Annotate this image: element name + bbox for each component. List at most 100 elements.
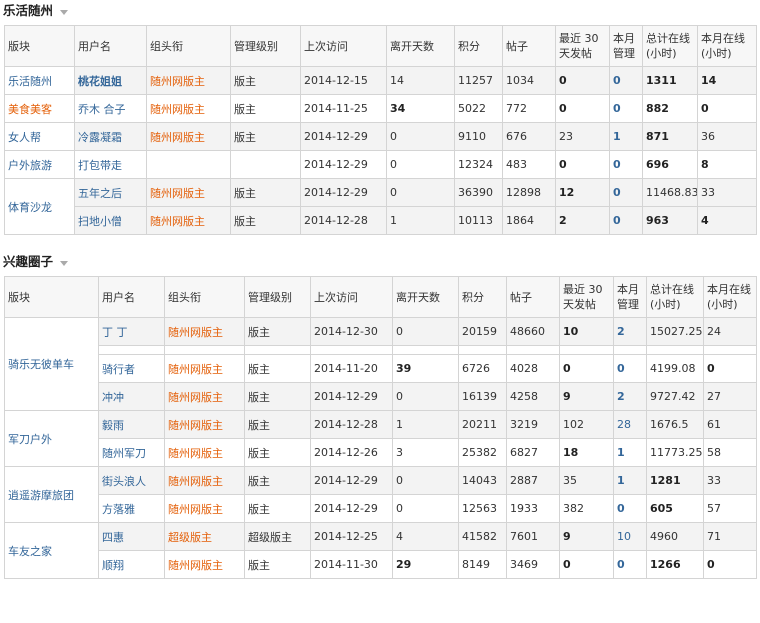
total-online-cell: 4199.08 <box>646 354 704 383</box>
recent-cell: 10 <box>559 317 614 346</box>
user-cell[interactable]: 五年之后 <box>74 178 147 207</box>
user-cell[interactable]: 扫地小僧 <box>74 206 147 235</box>
user-cell[interactable]: 冷露凝霜 <box>74 122 147 151</box>
user-link[interactable]: 顺翔 <box>102 559 124 572</box>
board-cell[interactable]: 骑乐无彼单车 <box>4 317 99 411</box>
user-cell[interactable]: 乔木 合子 <box>74 94 147 123</box>
user-link[interactable]: 冲冲 <box>102 391 124 404</box>
manage-cell: 0 <box>613 354 647 383</box>
level-cell: 超级版主 <box>244 522 311 551</box>
last-visit-cell: 2014-12-28 <box>310 410 393 439</box>
board-cell[interactable]: 美食美客 <box>4 94 75 123</box>
posts-cell: 1034 <box>502 66 556 95</box>
chevron-down-icon[interactable] <box>60 260 69 266</box>
last-visit-cell: 2014-11-20 <box>310 354 393 383</box>
points-cell: 5022 <box>454 94 503 123</box>
chevron-down-icon[interactable] <box>60 9 69 15</box>
user-link[interactable]: 丁 丁 <box>102 326 128 339</box>
board-cell[interactable]: 户外旅游 <box>4 150 75 179</box>
recent-cell: 12 <box>555 178 610 207</box>
col-header: 用户名 <box>74 25 147 67</box>
table-row: 车友之家 四惠 超级版主 超级版主 2014-12-25 4 41582 760… <box>4 522 757 579</box>
posts-cell: 772 <box>502 94 556 123</box>
user-cell[interactable]: 四惠 <box>98 522 165 551</box>
board-cell[interactable]: 乐活随州 <box>4 66 75 95</box>
group-cell: 随州网版主 <box>164 354 245 383</box>
month-online-cell: 33 <box>697 178 757 207</box>
points-cell: 14043 <box>458 466 507 495</box>
user-link[interactable]: 冷露凝霜 <box>78 131 122 144</box>
board-link[interactable]: 骑乐无彼单车 <box>8 358 74 371</box>
level-cell: 版主 <box>244 317 311 346</box>
user-cell[interactable]: 打包带走 <box>74 150 147 179</box>
board-cell[interactable]: 车友之家 <box>4 522 99 579</box>
posts-cell: 483 <box>502 150 556 179</box>
user-link[interactable]: 毅雨 <box>102 419 124 432</box>
board-link[interactable]: 车友之家 <box>8 545 52 558</box>
table-row: 骑行者 随州网版主 版主 2014-11-20 39 6726 4028 0 0… <box>5 354 757 383</box>
section-title-text: 兴趣圈子 <box>3 254 54 269</box>
away-cell: 0 <box>392 494 459 523</box>
total-online-cell: 696 <box>642 150 698 179</box>
level-cell: 版主 <box>244 550 311 579</box>
posts-cell: 3469 <box>506 550 560 579</box>
section-title-text: 乐活随州 <box>3 3 54 18</box>
user-cell[interactable]: 毅雨 <box>98 410 165 439</box>
user-link[interactable]: 骑行者 <box>102 363 135 376</box>
user-cell[interactable]: 冲冲 <box>98 382 165 411</box>
board-link[interactable]: 军刀户外 <box>8 433 52 446</box>
board-link[interactable]: 逍遥游摩旅团 <box>8 489 74 502</box>
posts-cell: 48660 <box>506 317 560 346</box>
user-link[interactable]: 四惠 <box>102 531 124 544</box>
board-link[interactable]: 体育沙龙 <box>8 201 52 214</box>
board-link[interactable]: 美食美客 <box>8 103 52 116</box>
level-cell: 版主 <box>244 466 311 495</box>
last-visit-cell: 2014-11-30 <box>310 550 393 579</box>
manage-cell: 10 <box>613 522 647 551</box>
user-cell[interactable]: 顺翔 <box>98 550 165 579</box>
user-cell[interactable]: 骑行者 <box>98 354 165 383</box>
points-cell: 20159 <box>458 317 507 346</box>
col-header: 帖子 <box>502 25 556 67</box>
board-link[interactable]: 户外旅游 <box>8 159 52 172</box>
recent-cell: 102 <box>559 410 614 439</box>
board-cell[interactable]: 军刀户外 <box>4 410 99 467</box>
table-row: 美食美客 乔木 合子 随州网版主 版主 2014-11-25 34 5022 7… <box>4 94 757 123</box>
col-header: 离开天数 <box>386 25 455 67</box>
month-online-cell: 71 <box>703 522 757 551</box>
user-link[interactable]: 五年之后 <box>78 187 122 200</box>
user-cell[interactable]: 方落雅 <box>98 494 165 523</box>
board-cell[interactable]: 逍遥游摩旅团 <box>4 466 99 523</box>
user-cell[interactable]: 丁 丁 <box>98 317 165 346</box>
user-link[interactable]: 扫地小僧 <box>78 215 122 228</box>
points-cell: 36390 <box>454 178 503 207</box>
away-cell: 0 <box>386 150 455 179</box>
last-visit-cell: 2014-12-26 <box>310 438 393 467</box>
user-link[interactable]: 方落雅 <box>102 503 135 516</box>
recent-cell: 382 <box>559 494 614 523</box>
empty-cell <box>458 345 507 355</box>
board-cell[interactable]: 女人帮 <box>4 122 75 151</box>
user-link[interactable]: 打包带走 <box>78 159 122 172</box>
user-link[interactable]: 乔木 合子 <box>78 103 126 116</box>
user-link[interactable]: 街头浪人 <box>102 475 146 488</box>
group-cell: 随州网版主 <box>146 178 231 207</box>
section-title[interactable]: 乐活随州 <box>0 0 760 22</box>
user-link[interactable]: 桃花姐姐 <box>78 75 122 88</box>
user-cell[interactable]: 随州军刀 <box>98 438 165 467</box>
section-title[interactable]: 兴趣圈子 <box>0 251 760 273</box>
empty-cell <box>613 345 647 355</box>
total-online-cell: 882 <box>642 94 698 123</box>
away-cell: 0 <box>392 466 459 495</box>
user-cell[interactable]: 街头浪人 <box>98 466 165 495</box>
board-cell[interactable]: 体育沙龙 <box>4 178 75 235</box>
points-cell: 11257 <box>454 66 503 95</box>
points-cell: 16139 <box>458 382 507 411</box>
board-link[interactable]: 女人帮 <box>8 131 41 144</box>
empty-cell <box>646 345 704 355</box>
user-link[interactable]: 随州军刀 <box>102 447 146 460</box>
board-link[interactable]: 乐活随州 <box>8 75 52 88</box>
level-cell: 版主 <box>244 382 311 411</box>
manage-cell: 1 <box>613 466 647 495</box>
user-cell[interactable]: 桃花姐姐 <box>74 66 147 95</box>
